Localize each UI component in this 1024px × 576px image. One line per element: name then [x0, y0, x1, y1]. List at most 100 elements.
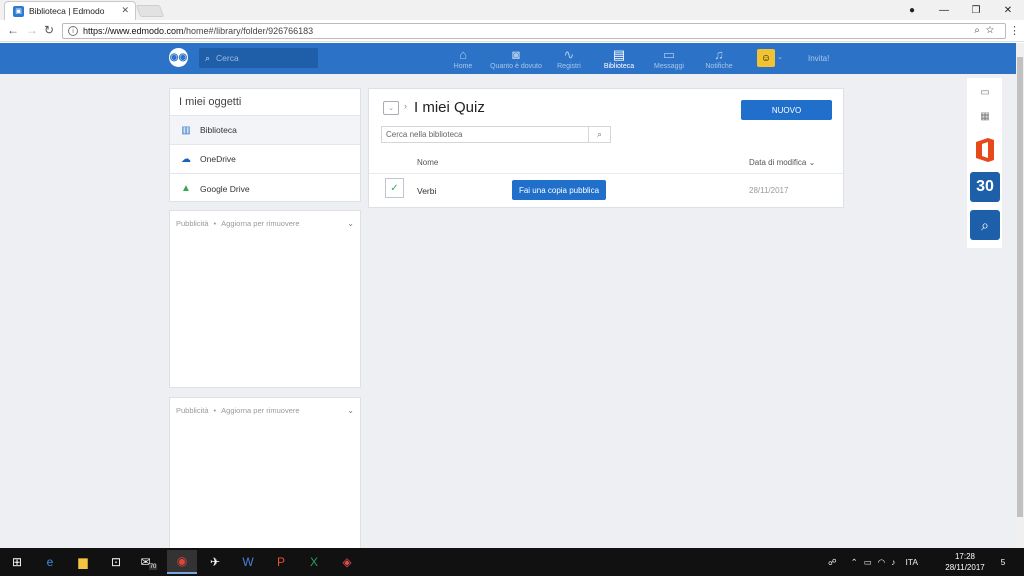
- library-search-placeholder: Cerca nella biblioteca: [386, 130, 463, 139]
- browser-tab[interactable]: ▣ Biblioteca | Edmodo ✕: [4, 1, 136, 20]
- app-rail: ▭ ▦ 30 ⌕: [967, 78, 1002, 248]
- wifi-icon[interactable]: ◠: [878, 557, 885, 568]
- edmodo-favicon-icon: ▣: [13, 5, 24, 17]
- profile-icon[interactable]: ●: [896, 0, 928, 20]
- notification-count: 5: [1000, 557, 1006, 567]
- nav-label: Registri: [557, 63, 581, 70]
- new-button[interactable]: NUOVO: [741, 100, 832, 120]
- zoom-search-icon[interactable]: ⌕: [974, 25, 986, 36]
- edge-icon[interactable]: e: [35, 550, 65, 574]
- mail-icon[interactable]: ✉ 70: [134, 550, 164, 574]
- reload-icon[interactable]: ↻: [44, 23, 54, 37]
- library-search-input[interactable]: Cerca nella biblioteca ⌕: [381, 126, 611, 143]
- nav-home[interactable]: ⌂ Home: [433, 46, 493, 70]
- ad-panel: Pubblicità • Aggiorna per rimuovere ⌄: [169, 397, 361, 557]
- address-bar-row: ← → ↻ i https://www.edmodo.com/home#/lib…: [0, 20, 1024, 42]
- nav-label: Notifiche: [705, 63, 733, 70]
- url-input[interactable]: i https://www.edmodo.com/home#/library/f…: [62, 23, 1006, 39]
- apps-grid-icon[interactable]: ▦: [970, 106, 1000, 126]
- app-icon[interactable]: ✈: [200, 550, 230, 574]
- row-name[interactable]: Verbi: [417, 186, 436, 196]
- forward-icon[interactable]: →: [26, 23, 38, 37]
- new-tab-button[interactable]: [135, 5, 165, 17]
- sidebar-item-google-drive[interactable]: ▲ Google Drive: [170, 174, 360, 203]
- close-tab-icon[interactable]: ✕: [121, 5, 129, 16]
- info-icon[interactable]: i: [68, 26, 78, 36]
- sidebar: I miei oggetti ▥ Biblioteca ☁ OneDrive ▲…: [169, 88, 361, 202]
- chevron-up-icon[interactable]: ⌃: [851, 557, 858, 568]
- invite-link[interactable]: Invita!: [808, 54, 829, 63]
- chevron-down-icon[interactable]: ⌄: [777, 53, 783, 61]
- excel-icon[interactable]: X: [299, 550, 329, 574]
- app-icon[interactable]: ◈: [332, 550, 362, 574]
- search-placeholder: Cerca: [216, 53, 239, 63]
- back-icon[interactable]: ←: [7, 23, 19, 37]
- google-drive-icon: ▲: [181, 183, 191, 194]
- close-window-button[interactable]: ✕: [992, 0, 1024, 20]
- url-host: https://www.edmodo.com: [83, 26, 184, 36]
- mail-badge: 70: [148, 564, 158, 570]
- row-date: 28/11/2017: [749, 186, 789, 195]
- browser-menu-icon[interactable]: ⋮: [1009, 24, 1020, 37]
- column-header-date-label: Data di modifica: [749, 158, 807, 167]
- library-panel: ⌄ › I miei Quiz NUOVO Cerca nella biblio…: [368, 88, 844, 208]
- column-header-date[interactable]: Data di modifica ⌄: [749, 158, 815, 167]
- store-icon[interactable]: ⊡: [101, 550, 131, 574]
- windows-start-icon[interactable]: ⊞: [2, 550, 32, 574]
- nav-label: Messaggi: [654, 63, 684, 70]
- sidebar-item-label: Google Drive: [200, 183, 250, 194]
- nav-due[interactable]: ◙ Quanto è dovuto: [486, 46, 546, 70]
- chrome-icon[interactable]: ◉: [167, 550, 197, 574]
- volume-icon[interactable]: ♪: [891, 557, 895, 567]
- chevron-down-icon[interactable]: ⌄: [347, 406, 354, 415]
- ad-remove-link[interactable]: Aggiorna per rimuovere: [221, 219, 299, 228]
- column-header-name[interactable]: Nome: [417, 158, 438, 167]
- page-scrollbar[interactable]: [1016, 43, 1024, 548]
- chevron-down-icon[interactable]: ⌄: [347, 219, 354, 228]
- breadcrumb-chevron-icon: ›: [404, 101, 407, 111]
- sidebar-title: I miei oggetti: [170, 89, 360, 116]
- scrollbar-thumb[interactable]: [1017, 57, 1023, 517]
- browser-tab-strip: ▣ Biblioteca | Edmodo ✕ ● — ❐ ✕: [0, 0, 1024, 20]
- bell-icon: ♫: [714, 47, 724, 62]
- taskbar: ⊞ e ▆ ⊡ ✉ 70 ◉ ✈ W P X ◈ ☍ ⌃ ▭ ◠ ♪ ITA 17…: [0, 548, 1024, 576]
- clock[interactable]: 17:28 28/11/2017: [940, 551, 990, 573]
- store-icon[interactable]: ▭: [970, 82, 1000, 102]
- home-icon: ⌂: [459, 47, 467, 62]
- powerpoint-icon[interactable]: P: [266, 550, 296, 574]
- edmodo-logo-icon[interactable]: ◉◉: [169, 48, 188, 67]
- minimize-button[interactable]: —: [928, 0, 960, 20]
- file-explorer-icon[interactable]: ▆: [68, 550, 98, 574]
- word-icon[interactable]: W: [233, 550, 263, 574]
- calendar-icon[interactable]: 30: [970, 172, 1000, 202]
- sidebar-item-onedrive[interactable]: ☁ OneDrive: [170, 145, 360, 174]
- search-input[interactable]: ⌕ Cerca: [199, 48, 318, 68]
- notification-center-icon[interactable]: 5: [996, 555, 1010, 569]
- ad-label: Pubblicità: [176, 219, 209, 228]
- search-icon: ⌕: [205, 52, 211, 63]
- folder-icon[interactable]: ⌄: [383, 101, 399, 115]
- ad-remove-link[interactable]: Aggiorna per rimuovere: [221, 406, 299, 415]
- make-public-copy-button[interactable]: Fai una copia pubblica: [512, 180, 606, 200]
- ad-panel: Pubblicità • Aggiorna per rimuovere ⌄: [169, 210, 361, 388]
- bookmark-star-icon[interactable]: ☆: [986, 25, 1000, 36]
- nav-label: Quanto è dovuto: [490, 63, 542, 70]
- people-icon[interactable]: ☍: [828, 557, 837, 568]
- search-icon[interactable]: ⌕: [588, 127, 610, 142]
- restore-button[interactable]: ❐: [960, 0, 992, 20]
- sidebar-item-label: OneDrive: [200, 154, 236, 164]
- url-path: /home#/library/folder/926766183: [183, 26, 314, 36]
- book-icon: ▥: [181, 124, 191, 136]
- office-icon[interactable]: [970, 135, 1000, 165]
- quiz-check-icon[interactable]: ⌕: [970, 210, 1000, 240]
- quiz-check-icon[interactable]: ✓: [385, 178, 404, 198]
- top-navigation-bar: ◉◉ ⌕ Cerca ⌂ Home ◙ Quanto è dovuto ∿ Regis…: [0, 43, 1024, 74]
- avatar[interactable]: ☺: [757, 49, 775, 67]
- sidebar-item-biblioteca[interactable]: ▥ Biblioteca: [170, 116, 360, 145]
- battery-icon[interactable]: ▭: [864, 557, 872, 568]
- calendar-day: 30: [976, 178, 994, 195]
- nav-label: Biblioteca: [603, 63, 635, 70]
- divider: [369, 173, 843, 174]
- nav-notifications[interactable]: ♫ Notifiche: [689, 46, 749, 70]
- language-indicator[interactable]: ITA: [905, 557, 918, 567]
